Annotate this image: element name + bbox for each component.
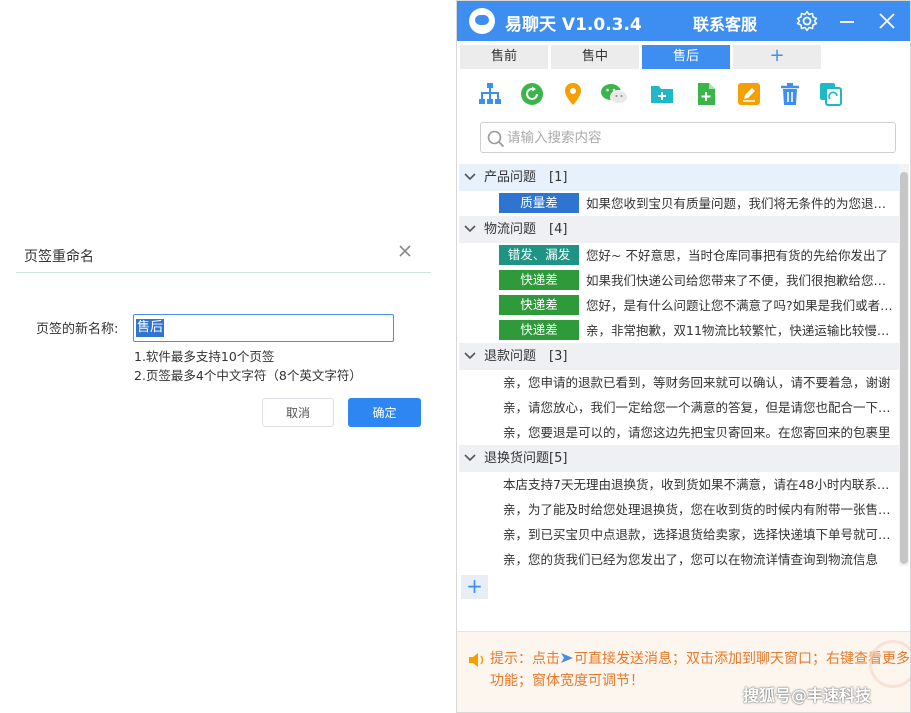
reply-text: 如果我们快递公司给您带来了不便，我们很抱歉给您添麻烦了 (586, 273, 898, 288)
toolbar (457, 75, 910, 115)
search-input[interactable] (507, 127, 887, 149)
list-item[interactable]: 快递差 您好，是有什么问题让您不满意了吗?如果是我们或者快递的问题 (459, 293, 899, 318)
minimize-icon[interactable] (835, 9, 859, 33)
add-file-icon[interactable] (693, 81, 719, 107)
reply-text: 亲，您的货我们已经为您发出了，您可以在物流详情查询到物流信息 (503, 552, 879, 566)
list-item[interactable]: 快递差 如果我们快递公司给您带来了不便，我们很抱歉给您添麻烦了 (459, 268, 899, 293)
category-count: [4] (549, 222, 568, 237)
list-item[interactable]: 亲，您要退是可以的，请您这边先把宝贝寄回来。在您寄回来的包裹里 (459, 420, 899, 445)
list-item[interactable]: 本店支持7天无理由退换货，收到货如果不满意，请在48小时内联系我们 (459, 472, 899, 497)
reply-text: 亲，为了能及时给您处理退换货，您在收到货的时候内有附带一张售后卡 (503, 502, 898, 517)
category-name: 退款问题 (484, 349, 537, 364)
reply-tag: 快递差 (499, 320, 579, 340)
chevron-down-icon (464, 173, 476, 181)
edit-icon[interactable] (736, 81, 762, 107)
list-item[interactable]: 亲，您申请的退款已看到，等财务回来就可以确认，请不要着急，谢谢 (459, 370, 899, 395)
app-title: 易聊天 V1.0.3.4 (505, 15, 642, 35)
title-bar[interactable]: 易聊天 V1.0.3.4 联系客服 (457, 1, 910, 41)
category-name: 物流问题 (484, 222, 537, 237)
list-item[interactable]: 亲，为了能及时给您处理退换货，您在收到货的时候内有附带一张售后卡 (459, 497, 899, 522)
list-item[interactable]: 错发、漏发 您好~ 不好意思，当时仓库同事把有货的先给你发出了 (459, 243, 899, 268)
contact-service-link[interactable]: 联系客服 (693, 11, 757, 35)
reply-tag: 快递差 (499, 295, 579, 315)
tab-after-sale[interactable]: 售后 (642, 45, 730, 69)
scrollbar[interactable] (899, 164, 909, 566)
rename-tab-dialog: 页签重命名 页签的新名称: 售后 1.软件最多支持10个页签 2.页签最多4个中… (0, 232, 440, 442)
category-return-exchange[interactable]: 退换货问题 [5] (459, 445, 899, 472)
close-icon[interactable] (875, 9, 899, 33)
wechat-icon[interactable] (600, 81, 628, 107)
refresh-icon[interactable] (519, 81, 545, 107)
tab-presale[interactable]: 售前 (460, 45, 548, 69)
hint-max-tabs: 1.软件最多支持10个页签 (134, 349, 275, 364)
dialog-divider (16, 272, 431, 273)
dialog-title: 页签重命名 (24, 249, 94, 265)
close-icon[interactable] (396, 242, 414, 260)
reply-text: 亲，到已买宝贝中点退款，选择退货给卖家，选择快递填下单号就可以了 (503, 527, 898, 542)
reply-text: 如果您收到宝贝有质量问题，我们将无条件的为您退换货 (586, 196, 898, 211)
category-refund[interactable]: 退款问题 [3] (459, 343, 899, 370)
reply-text: 您好~ 不好意思，当时仓库同事把有货的先给你发出了 (586, 248, 888, 263)
chevron-down-icon (464, 454, 476, 462)
reply-text: 亲，请您放心，我们一定给您一个满意的答复，但是请您也配合一下我们 (503, 400, 898, 415)
search-icon (487, 130, 505, 148)
list-item[interactable]: 亲，您的货我们已经为您发出了，您可以在物流详情查询到物流信息 (459, 547, 899, 566)
confirm-button[interactable]: 确定 (348, 398, 421, 427)
reply-text: 本店支持7天无理由退换货，收到货如果不满意，请在48小时内联系我们 (503, 477, 898, 492)
reply-tag: 质量差 (499, 193, 579, 213)
tab-in-sale[interactable]: 售中 (551, 45, 639, 69)
copy-icon[interactable] (818, 81, 844, 107)
category-count: [1] (549, 170, 568, 185)
reply-text: 亲，您要退是可以的，请您这边先把宝贝寄回来。在您寄回来的包裹里 (503, 425, 891, 440)
list-item[interactable]: 快递差 亲，非常抱歉，双11物流比较繁忙，快递运输比较慢，请您耐心等待 (459, 318, 899, 343)
add-folder-icon[interactable] (649, 81, 675, 107)
reply-text: 您好，是有什么问题让您不满意了吗?如果是我们或者快递的问题 (586, 298, 898, 313)
add-tab-button[interactable]: + (733, 45, 821, 69)
reply-tag: 错发、漏发 (499, 245, 579, 265)
chevron-down-icon (464, 225, 476, 233)
chat-helper-window: 易聊天 V1.0.3.4 联系客服 售前 售中 售后 + 请输入搜索内容 产品问… (456, 0, 911, 713)
sitemap-icon[interactable] (477, 81, 503, 107)
reply-text: 亲，您申请的退款已看到，等财务回来就可以确认，请不要着急，谢谢 (503, 375, 891, 390)
category-name: 产品问题 (484, 170, 537, 185)
send-icon (561, 653, 573, 663)
category-count: [3] (549, 349, 568, 364)
new-name-label: 页签的新名称: (36, 322, 119, 337)
cancel-button[interactable]: 取消 (262, 398, 334, 427)
hint-text-part1: 提示：点击 (490, 651, 560, 667)
delete-icon[interactable] (777, 81, 803, 107)
new-name-input[interactable] (133, 314, 394, 342)
hint-bar: 提示：点击 可直接发送消息；双击添加到聊天窗口；右键查看更多功能；窗体宽度可调节！… (457, 631, 910, 712)
category-name: 退换货问题 (484, 451, 550, 466)
reply-text: 亲，非常抱歉，双11物流比较繁忙，快递运输比较慢，请您耐心等待 (586, 323, 898, 338)
category-logistics[interactable]: 物流问题 [4] (459, 216, 899, 243)
speaker-icon (469, 653, 484, 667)
hint-max-chars: 2.页签最多4个中文字符（8个英文字符） (134, 368, 362, 383)
chevron-down-icon (464, 352, 476, 360)
category-count: [5] (549, 451, 568, 466)
list-item[interactable]: 亲，请您放心，我们一定给您一个满意的答复，但是请您也配合一下我们 (459, 395, 899, 420)
list-item[interactable]: 质量差 如果您收到宝贝有质量问题，我们将无条件的为您退换货 (459, 191, 899, 216)
reply-tag: 快递差 (499, 270, 579, 290)
watermark: 搜狐号@丰速科技 (743, 686, 872, 705)
search-box (480, 122, 896, 153)
category-product[interactable]: 产品问题 [1] (459, 164, 899, 191)
scrollbar-thumb[interactable] (900, 172, 908, 564)
location-pin-icon[interactable] (560, 81, 586, 107)
list-item[interactable]: 亲，到已买宝贝中点退款，选择退货给卖家，选择快递填下单号就可以了 (459, 522, 899, 547)
watermark-seal (869, 640, 910, 688)
gear-icon[interactable] (795, 9, 819, 33)
reply-list: 产品问题 [1] 质量差 如果您收到宝贝有质量问题，我们将无条件的为您退换货 物… (459, 164, 899, 566)
add-item-button[interactable]: + (461, 575, 488, 599)
app-logo-icon (469, 8, 495, 34)
